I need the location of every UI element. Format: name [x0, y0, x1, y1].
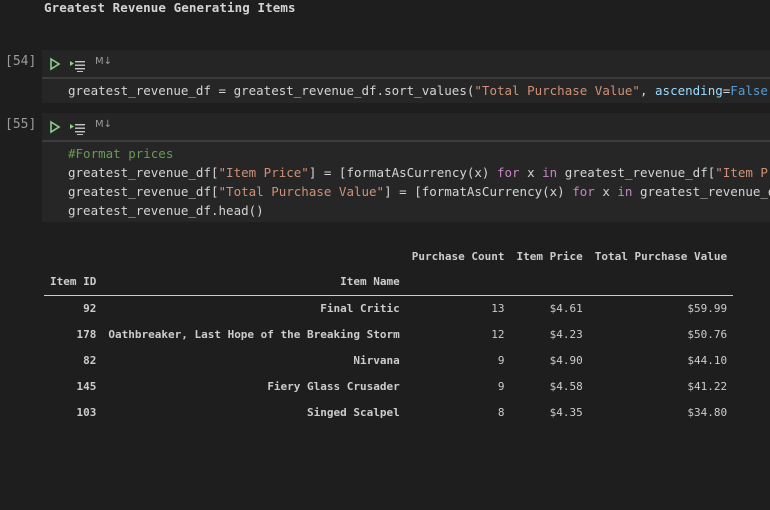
code-line: greatest_revenue_df["Item Price"] = [for… — [68, 165, 770, 180]
cell-toolbar: M↓ — [42, 113, 770, 140]
execution-count: [55] — [5, 117, 37, 132]
code-line: greatest_revenue_df = greatest_revenue_d… — [68, 83, 768, 98]
table-row: 92 Final Critic 13 $4.61 $59.99 — [44, 295, 733, 321]
play-icon[interactable] — [49, 119, 61, 138]
total-purchase-value-cell: $50.76 — [687, 327, 728, 341]
blank-header — [102, 243, 405, 269]
markdown-toggle-icon[interactable]: M↓ — [95, 56, 112, 67]
run-below-icon[interactable] — [70, 57, 86, 76]
index-header-row: Item ID Item Name — [44, 269, 734, 296]
execution-count: [54] — [5, 54, 37, 69]
total-purchase-value-cell: $41.22 — [687, 379, 728, 393]
item-id-cell: 82 — [83, 353, 97, 367]
column-header-purchase-count: Purchase Count — [411, 249, 505, 263]
column-header-row: Purchase Count Item Price Total Purchase… — [44, 243, 733, 269]
play-icon[interactable] — [49, 56, 61, 75]
total-purchase-value-cell: $34.80 — [687, 405, 728, 419]
table-row: 178 Oathbreaker, Last Hope of the Breaki… — [44, 321, 733, 347]
index-header-item-name: Item Name — [102, 269, 406, 296]
column-header-item-price: Item Price — [516, 249, 583, 263]
item-id-cell: 92 — [83, 301, 97, 315]
code-editor[interactable]: #Format prices greatest_revenue_df["Item… — [42, 140, 770, 222]
item-name-cell: Final Critic — [320, 301, 400, 315]
cell-toolbar: M↓ — [42, 50, 770, 77]
markdown-toggle-icon[interactable]: M↓ — [95, 119, 112, 130]
item-id-cell: 178 — [76, 327, 97, 341]
item-id-cell: 103 — [76, 405, 97, 419]
table-row: 103 Singed Scalpel 8 $4.35 $34.80 — [44, 399, 733, 425]
item-price-cell: $4.90 — [549, 353, 583, 367]
column-header-total-purchase-value: Total Purchase Value — [594, 249, 728, 263]
blank-header — [44, 243, 102, 269]
item-id-cell: 145 — [76, 379, 97, 393]
blank-header — [510, 269, 589, 296]
total-purchase-value-cell: $59.99 — [687, 301, 728, 315]
dataframe-output: Purchase Count Item Price Total Purchase… — [44, 243, 734, 425]
purchase-count-cell: 13 — [491, 301, 505, 315]
table-row: 145 Fiery Glass Crusader 9 $4.58 $41.22 — [44, 373, 733, 399]
item-name-cell: Oathbreaker, Last Hope of the Breaking S… — [108, 327, 400, 341]
code-editor[interactable]: greatest_revenue_df = greatest_revenue_d… — [42, 77, 770, 103]
item-price-cell: $4.61 — [549, 301, 583, 315]
total-purchase-value-cell: $44.10 — [687, 353, 728, 367]
item-name-cell: Nirvana — [353, 353, 400, 367]
purchase-count-cell: 9 — [497, 379, 505, 393]
item-name-cell: Fiery Glass Crusader — [267, 379, 400, 393]
purchase-count-cell: 12 — [491, 327, 505, 341]
item-price-cell: $4.23 — [549, 327, 583, 341]
index-header-item-id: Item ID — [44, 269, 103, 296]
item-name-cell: Singed Scalpel — [307, 405, 400, 419]
markdown-heading: Greatest Revenue Generating Items — [44, 0, 296, 15]
run-below-icon[interactable] — [70, 120, 86, 139]
blank-header — [588, 269, 734, 296]
blank-header — [405, 269, 511, 296]
code-line: greatest_revenue_df.head() — [68, 203, 264, 218]
item-price-cell: $4.35 — [549, 405, 583, 419]
purchase-count-cell: 8 — [497, 405, 505, 419]
code-line: #Format prices — [68, 146, 174, 161]
purchase-count-cell: 9 — [497, 353, 505, 367]
item-price-cell: $4.58 — [549, 379, 583, 393]
table-row: 82 Nirvana 9 $4.90 $44.10 — [44, 347, 733, 373]
code-line: greatest_revenue_df["Total Purchase Valu… — [68, 184, 770, 199]
